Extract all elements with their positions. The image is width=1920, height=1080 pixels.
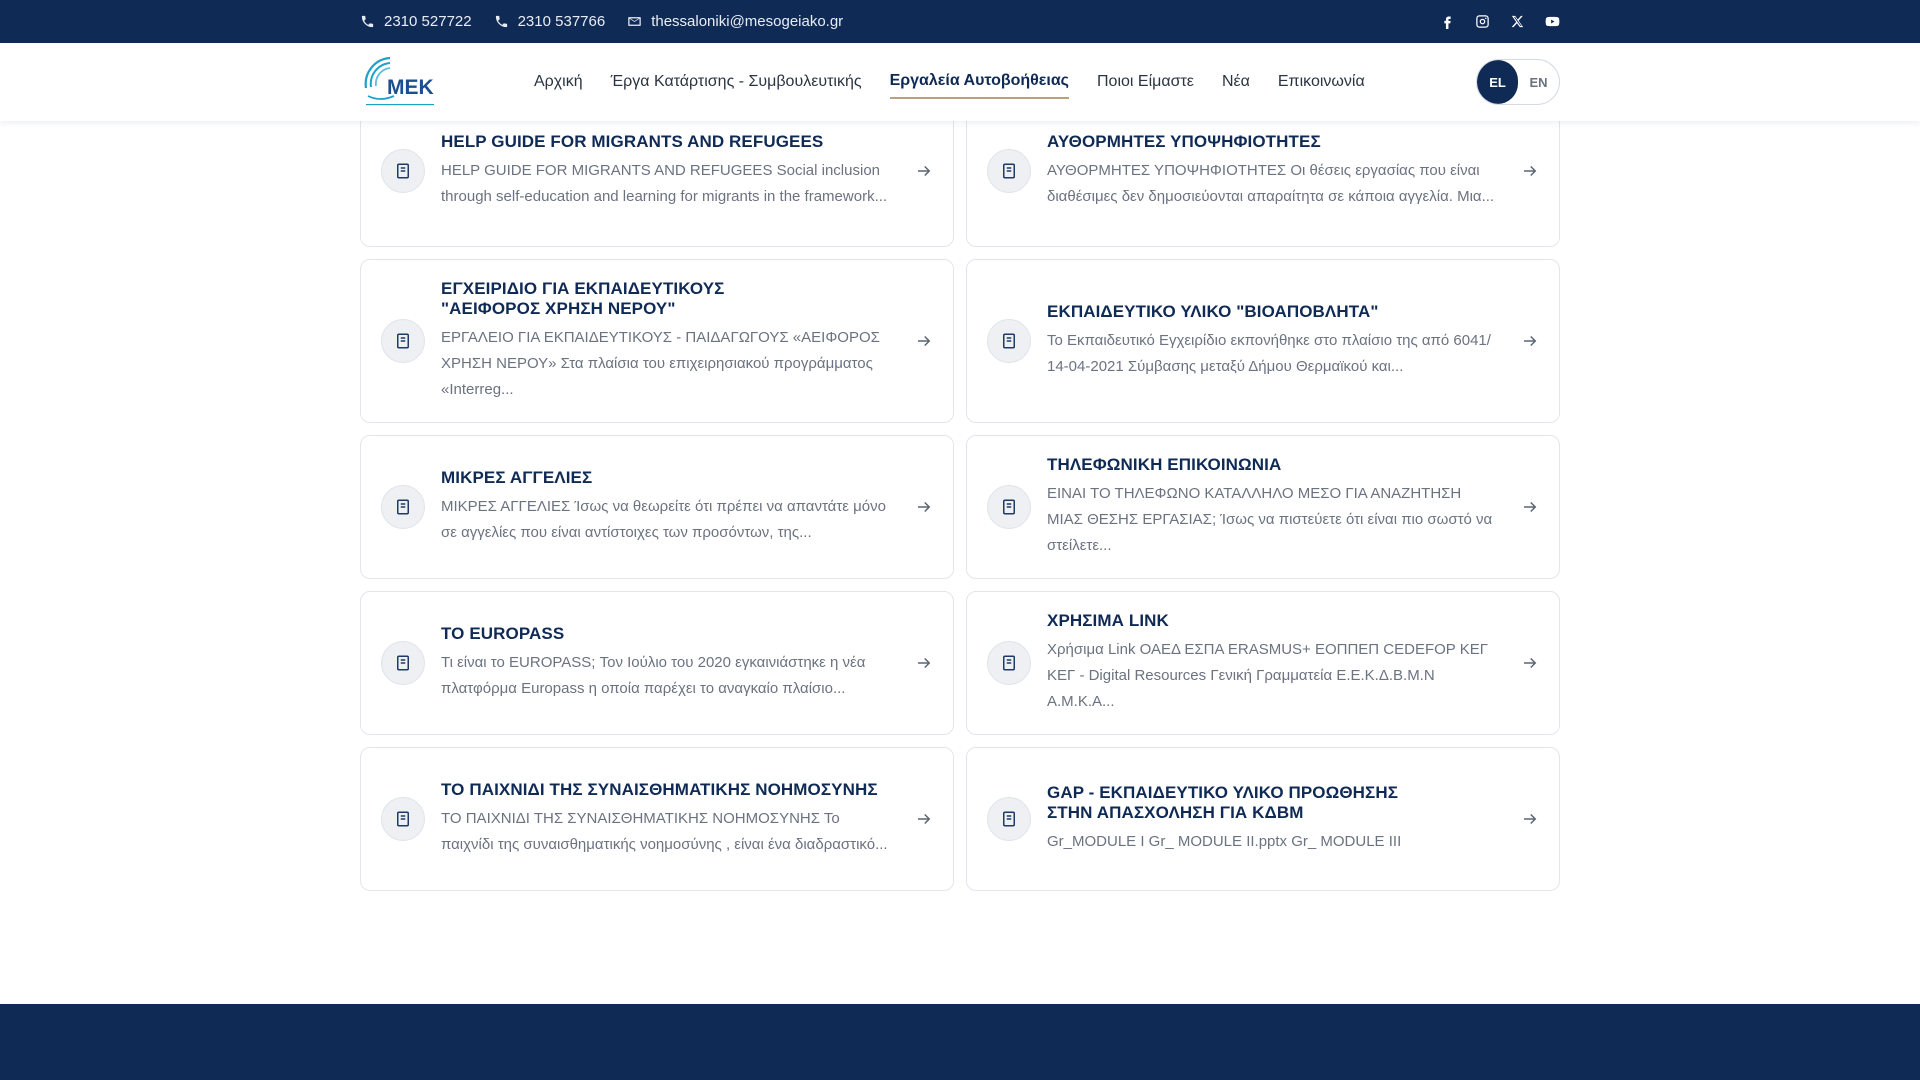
card-excerpt: Τι είναι το EUROPASS; Τον Ιούλιο του 202… [441,654,866,697]
lang-en-button[interactable]: EN [1518,60,1559,104]
document-icon-wrap [381,149,425,193]
x-icon [1511,15,1524,28]
card-excerpt: HELP GUIDE FOR MIGRANTS AND REFUGEES Soc… [441,162,888,205]
arrow-right-icon [1524,657,1537,669]
document-icon [397,811,409,827]
card-excerpt: Χρήσιμα Link ΟΑΕΔ ΕΣΠΑ ERASMUS+ ΕΟΠΠΕΠ C… [1047,641,1488,710]
card-excerpt: ΤΟ ΠΑΙΧΝΙΔΙ ΤΗΣ ΣΥΝΑΙΣΘΗΜΑΤΙΚΗΣ ΝΟΗΜΟΣΥΝ… [441,810,888,853]
mail-icon [628,17,641,26]
arrow-right-icon [1524,335,1537,347]
email-address: thessaloniki@mesogeiako.gr [651,13,844,30]
card-title: ΤΗΛΕΦΩΝΙΚΗ ΕΠΙΚΟΙΝΩΝΙΑ [1047,455,1282,474]
youtube-icon [1545,16,1560,27]
facebook-link[interactable] [1440,14,1455,29]
card-title: GAP - ΕΚΠΑΙΔΕΥΤΙΚΟ ΥΛΙΚΟ ΠΡΟΩΘΗΣΗΣ ΣΤΗΝ … [1047,783,1399,822]
arrow-right-icon [918,501,931,513]
lang-el-button[interactable]: EL [1477,60,1518,104]
phone-number-1: 2310 527722 [384,13,472,30]
nav-item-news[interactable]: Νέα [1222,67,1250,98]
card-water-handbook[interactable]: ΕΓΧΕΙΡΙΔΙΟ ΓΙΑ ΕΚΠΑΙΔΕΥΤΙΚΟΥΣ "ΑΕΙΦΟΡΟΣ … [360,259,954,423]
card-title: ΤΟ ΠΑΙΧΝΙΔΙ ΤΗΣ ΣΥΝΑΙΣΘΗΜΑΤΙΚΗΣ ΝΟΗΜΟΣΥΝ… [441,780,878,799]
instagram-icon [1476,15,1489,28]
social-links [1440,14,1560,29]
document-icon [1003,499,1015,515]
x-link[interactable] [1510,14,1525,29]
document-icon-wrap [381,485,425,529]
contact-list: 2310 527722 2310 537766 thessaloniki@mes… [360,13,843,30]
card-gap-material[interactable]: GAP - ΕΚΠΑΙΔΕΥΤΙΚΟ ΥΛΙΚΟ ΠΡΟΩΘΗΣΗΣ ΣΤΗΝ … [966,747,1560,891]
card-title: ΕΓΧΕΙΡΙΔΙΟ ΓΙΑ ΕΚΠΑΙΔΕΥΤΙΚΟΥΣ "ΑΕΙΦΟΡΟΣ … [441,279,725,318]
document-icon [1003,655,1015,671]
card-title: ΑΥΘΟΡΜΗΤΕΣ ΥΠΟΨΗΦΙΟΤΗΤΕΣ [1047,132,1321,151]
document-icon-wrap [381,797,425,841]
document-icon [1003,333,1015,349]
document-icon [397,655,409,671]
card-excerpt: ΑΥΘΟΡΜΗΤΕΣ ΥΠΟΨΗΦΙΟΤΗΤΕΣ Οι θέσεις εργασ… [1047,162,1495,205]
document-icon [397,333,409,349]
arrow-right-icon [918,813,931,825]
main-nav: Αρχική Έργα Κατάρτισης - Συμβουλευτικής … [534,66,1365,99]
arrow-right-icon [1524,813,1537,825]
site-header: MEK Αρχική Έργα Κατάρτισης - Συμβουλευτι… [0,43,1920,121]
phone-number-2: 2310 537766 [517,13,606,30]
site-logo: MEK [364,56,434,106]
phone-link-2[interactable]: 2310 537766 [494,13,606,30]
arrow-right-icon [918,657,931,669]
card-excerpt: ΜΙΚΡΕΣ ΑΓΓΕΛΙΕΣ Ίσως να θεωρείτε ότι πρέ… [441,498,886,541]
card-title: ΤΟ EUROPASS [441,624,565,643]
document-icon [397,163,409,179]
top-contact-bar: 2310 527722 2310 537766 thessaloniki@mes… [0,0,1920,43]
card-title: ΜΙΚΡΕΣ ΑΓΓΕΛΙΕΣ [441,468,593,487]
card-title: ΧΡΗΣΙΜΑ LINK [1047,611,1169,630]
arrow-right-icon [1524,501,1537,513]
document-icon-wrap [987,319,1031,363]
phone-icon [361,15,374,28]
nav-item-self-help-tools[interactable]: Εργαλεία Αυτοβοήθειας [889,66,1069,99]
card-excerpt: ΕΙΝΑΙ ΤΟ ΤΗΛΕΦΩΝΟ ΚΑΤΑΛΛΗΛΟ ΜΕΣΟ ΓΙΑ ΑΝΑ… [1047,485,1493,554]
document-icon-wrap [987,149,1031,193]
card-phone-communication[interactable]: ΤΗΛΕΦΩΝΙΚΗ ΕΠΙΚΟΙΝΩΝΙΑ ΕΙΝΑΙ ΤΟ ΤΗΛΕΦΩΝΟ… [966,435,1560,579]
document-icon [1003,163,1015,179]
card-excerpt: Το Εκπαιδευτικό Εγχειρίδιο εκπονήθηκε στ… [1047,332,1491,375]
document-icon-wrap [987,485,1031,529]
email-link[interactable]: thessaloniki@mesogeiako.gr [627,13,843,30]
site-footer [0,1004,1920,1080]
card-excerpt: ΕΡΓΑΛΕΙΟ ΓΙΑ ΕΚΠΑΙΔΕΥΤΙΚΟΥΣ - ΠΑΙΔΑΓΩΓΟΥ… [441,329,880,398]
card-useful-links[interactable]: ΧΡΗΣΙΜΑ LINK Χρήσιμα Link ΟΑΕΔ ΕΣΠΑ ERAS… [966,591,1560,735]
language-switcher: EL EN [1476,59,1560,105]
card-title: ΕΚΠΑΙΔΕΥΤΙΚΟ ΥΛΙΚΟ "ΒΙΟΑΠΟΒΛΗΤΑ" [1047,302,1379,321]
nav-item-projects[interactable]: Έργα Κατάρτισης - Συμβουλευτικής [611,67,862,98]
document-icon-wrap [381,641,425,685]
document-icon [1003,811,1015,827]
card-emotional-intelligence-game[interactable]: ΤΟ ΠΑΙΧΝΙΔΙ ΤΗΣ ΣΥΝΑΙΣΘΗΜΑΤΙΚΗΣ ΝΟΗΜΟΣΥΝ… [360,747,954,891]
logo-link[interactable]: MEK [360,52,440,112]
logo-text: MEK [387,76,434,99]
youtube-link[interactable] [1545,14,1560,29]
phone-icon [495,15,507,28]
nav-item-contact[interactable]: Επικοινωνία [1278,67,1365,98]
arrow-right-icon [918,165,931,177]
document-icon [397,499,409,515]
document-icon-wrap [381,319,425,363]
arrow-right-icon [1524,165,1537,177]
arrow-right-icon [918,335,931,347]
nav-item-about[interactable]: Ποιοι Είμαστε [1097,67,1194,98]
card-small-ads[interactable]: ΜΙΚΡΕΣ ΑΓΓΕΛΙΕΣ ΜΙΚΡΕΣ ΑΓΓΕΛΙΕΣ Ίσως να … [360,435,954,579]
document-icon-wrap [987,641,1031,685]
instagram-link[interactable] [1475,14,1490,29]
card-title: HELP GUIDE FOR MIGRANTS AND REFUGEES [441,132,824,151]
card-excerpt: Gr_MODULE I Gr_ MODULE II.pptx Gr_ MODUL… [1047,833,1402,850]
card-europass[interactable]: ΤΟ EUROPASS Τι είναι το EUROPASS; Τον Ιο… [360,591,954,735]
phone-link-1[interactable]: 2310 527722 [360,13,472,30]
card-biowaste-material[interactable]: ΕΚΠΑΙΔΕΥΤΙΚΟ ΥΛΙΚΟ "ΒΙΟΑΠΟΒΛΗΤΑ" Το Εκπα… [966,259,1560,423]
document-icon-wrap [987,797,1031,841]
nav-item-home[interactable]: Αρχική [534,67,583,98]
facebook-icon [1444,16,1451,29]
